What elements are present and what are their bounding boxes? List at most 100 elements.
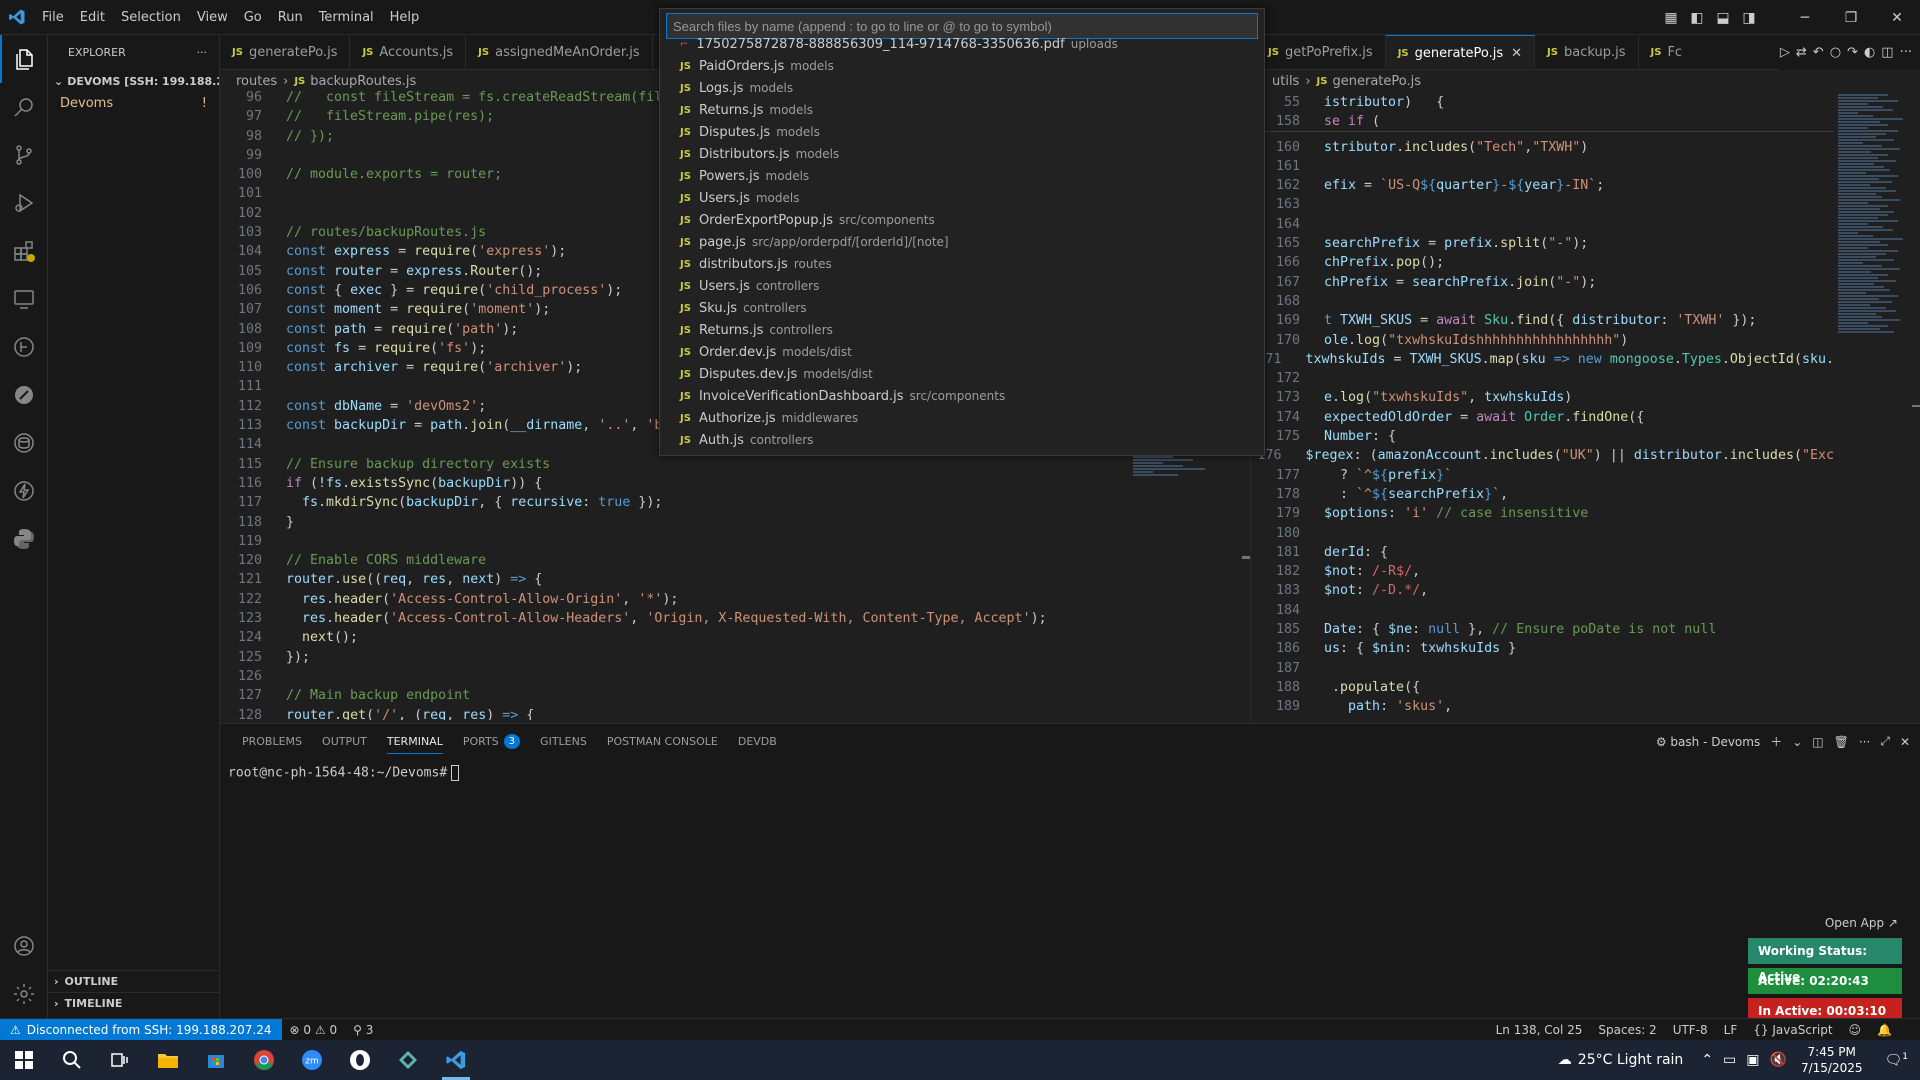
open-app-button[interactable]: Open App ↗ (1748, 912, 1902, 934)
menu-go[interactable]: Go (236, 0, 270, 35)
scrollbar-right[interactable] (1910, 93, 1920, 723)
volume-muted-icon[interactable]: 🔇 (1770, 1052, 1787, 1068)
menu-view[interactable]: View (189, 0, 236, 35)
tab-postman-console[interactable]: POSTMAN CONSOLE (597, 724, 728, 759)
terminal-shell-selector[interactable]: ⚙ bash - Devoms (1656, 735, 1760, 749)
list-item[interactable]: JS InvoiceVerificationDashboard.js src/com… (660, 385, 1264, 407)
customize-layout-icon[interactable]: ▦ (1658, 0, 1684, 35)
list-item[interactable]: JS Returns.js controllers (660, 319, 1264, 341)
copilot-icon[interactable]: ☺ (1841, 1023, 1870, 1037)
go-back-icon[interactable]: ↶ (1813, 45, 1824, 60)
go-forward-icon[interactable]: ↷ (1847, 45, 1858, 60)
tab-problems[interactable]: PROBLEMS (232, 724, 312, 759)
encoding[interactable]: UTF-8 (1665, 1023, 1716, 1037)
breadcrumb-file[interactable]: generatePo.js (1332, 74, 1421, 89)
minimap-right[interactable] (1838, 93, 1910, 573)
split-editor-icon[interactable]: ◫ (1881, 45, 1893, 60)
tab-backup[interactable]: JS backup.js (1535, 35, 1639, 69)
list-item[interactable]: JS OrderExportPopup.js src/components (660, 209, 1264, 231)
list-item[interactable]: JS Logs.js models (660, 77, 1264, 99)
toggle-sidebar-icon[interactable]: ◧ (1684, 0, 1710, 35)
new-terminal-icon[interactable]: ＋ (1770, 733, 1782, 750)
list-item[interactable]: JS PaidOrders.js models (660, 55, 1264, 77)
explorer-icon[interactable] (0, 35, 48, 83)
windows-start-icon[interactable] (0, 1040, 48, 1080)
network-icon[interactable]: ▭ (1723, 1052, 1736, 1068)
restore-window-icon[interactable]: ❐ (1828, 0, 1874, 35)
clock[interactable]: 7:45 PM 7/15/2025 (1791, 1044, 1873, 1076)
tab-generatepo[interactable]: JS generatePo.js (220, 35, 351, 69)
list-item[interactable]: JS Sku.js controllers (660, 297, 1264, 319)
weather-label[interactable]: 25°C Light rain (1578, 1052, 1684, 1068)
close-tab-icon[interactable]: ✕ (1511, 46, 1522, 61)
toggle-secondary-sidebar-icon[interactable]: ◨ (1736, 0, 1762, 35)
chevron-down-icon[interactable]: ⌄ (1792, 735, 1802, 749)
indentation[interactable]: Spaces: 2 (1590, 1023, 1664, 1037)
language-mode[interactable]: {} JavaScript (1745, 1023, 1840, 1037)
cursor-position[interactable]: Ln 138, Col 25 (1488, 1023, 1591, 1037)
kill-terminal-icon[interactable]: 🗑 (1834, 735, 1849, 749)
tab-getpoprefix[interactable]: JS getPoPrefix.js (1256, 35, 1386, 69)
postman-icon[interactable] (0, 371, 48, 419)
menu-file[interactable]: File (34, 0, 72, 35)
menu-edit[interactable]: Edit (72, 0, 113, 35)
list-item[interactable]: JS distributors.js routes (660, 253, 1264, 275)
breadcrumb-folder[interactable]: utils (1272, 74, 1299, 89)
search-icon[interactable] (48, 1040, 96, 1080)
database-icon[interactable] (0, 419, 48, 467)
close-panel-icon[interactable]: ✕ (1900, 735, 1910, 749)
minimize-window-icon[interactable]: ─ (1782, 0, 1828, 35)
tab-generatepo-active[interactable]: JS generatePo.js ✕ (1385, 35, 1536, 69)
list-item[interactable]: JS Returns.js models (660, 99, 1264, 121)
extensions-icon[interactable] (0, 227, 48, 275)
tab-ports[interactable]: PORTS 3 (453, 724, 530, 759)
file-explorer-icon[interactable] (144, 1040, 192, 1080)
settings-gear-icon[interactable] (0, 970, 48, 1018)
menu-terminal[interactable]: Terminal (311, 0, 382, 35)
notification-center-icon[interactable]: 🗨1 (1872, 1052, 1920, 1069)
list-item[interactable]: JS Distributors.js models (660, 143, 1264, 165)
list-item[interactable]: JS Users.js controllers (660, 275, 1264, 297)
thunder-client-icon[interactable] (0, 467, 48, 515)
chrome-icon[interactable] (240, 1040, 288, 1080)
tab-output[interactable]: OUTPUT (312, 724, 377, 759)
search-icon[interactable] (0, 83, 48, 131)
run-debug-icon[interactable] (0, 179, 48, 227)
tab-overflow[interactable]: JS Fc (1638, 35, 1695, 69)
more-actions-icon[interactable]: ··· (1900, 45, 1912, 60)
gitlens-blame-icon[interactable]: ◐ (1864, 45, 1875, 60)
display-icon[interactable]: ▣ (1746, 1052, 1759, 1068)
minimap-left[interactable] (1133, 455, 1213, 515)
timeline-section[interactable]: › TIMELINE (48, 992, 220, 1014)
remote-indicator[interactable]: ⚠ Disconnected from SSH: 199.188.207.24 (0, 1018, 282, 1041)
task-view-icon[interactable] (96, 1040, 144, 1080)
end-of-line[interactable]: LF (1716, 1023, 1746, 1037)
tab-assignedmeanorder[interactable]: JS assignedMeAnOrder.js (466, 35, 653, 69)
list-item[interactable]: JS Authorize.js middlewares (660, 407, 1264, 429)
list-item[interactable]: JS page.js src/app/orderpdf/[orderId]/[not… (660, 231, 1264, 253)
chevron-up-icon[interactable]: ⌃ (1701, 1052, 1713, 1068)
breadcrumb-folder[interactable]: routes (236, 74, 277, 89)
list-item[interactable]: JS Auth.js controllers (660, 429, 1264, 451)
workspace-folder[interactable]: ⌄ DEVOMS [SSH: 199.188.20... (48, 70, 219, 92)
app-icon-shape[interactable] (384, 1040, 432, 1080)
more-actions-icon[interactable]: ··· (1859, 735, 1870, 749)
tab-accounts[interactable]: JS Accounts.js (350, 35, 467, 69)
commit-icon[interactable]: ○ (1830, 45, 1841, 60)
code-editor-right[interactable]: 55 istributor) { 158 se if ( 160 stributor.… (1256, 93, 1834, 723)
zoom-icon[interactable]: zm (288, 1040, 336, 1080)
remote-explorer-icon[interactable] (0, 275, 48, 323)
run-file-icon[interactable]: ▷ (1780, 45, 1790, 60)
menu-run[interactable]: Run (270, 0, 311, 35)
problems-status[interactable]: ⊗ 0 ⚠ 0 (282, 1023, 346, 1037)
outline-section[interactable]: › OUTLINE (48, 970, 220, 992)
tab-gitlens[interactable]: GITLENS (530, 724, 597, 759)
more-actions-icon[interactable]: ··· (197, 46, 208, 59)
microsoft-store-icon[interactable] (192, 1040, 240, 1080)
tab-devdb[interactable]: DEVDB (728, 724, 787, 759)
list-item[interactable]: JS Disputes.dev.js models/dist (660, 363, 1264, 385)
notifications-bell-icon[interactable]: 🔔 (1869, 1023, 1900, 1037)
source-control-icon[interactable] (0, 131, 48, 179)
app-icon-circle[interactable] (336, 1040, 384, 1080)
quick-open-input[interactable] (673, 18, 1251, 34)
